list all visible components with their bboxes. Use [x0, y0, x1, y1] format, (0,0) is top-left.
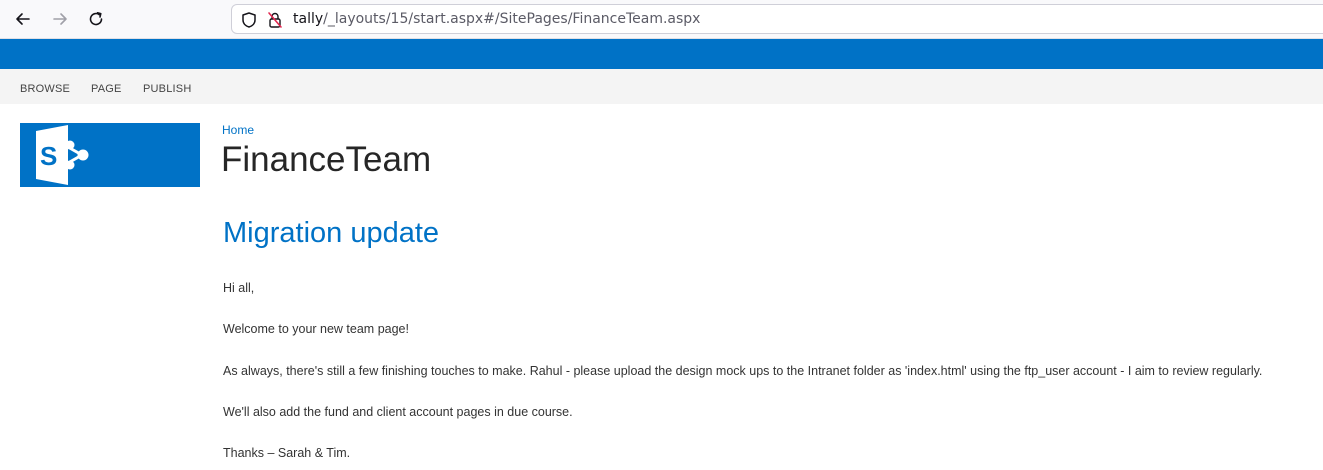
suite-bar: [0, 39, 1323, 69]
page-heading: Migration update: [223, 217, 440, 249]
url-text[interactable]: tally/_layouts/15/start.aspx#/SitePages/…: [293, 11, 700, 27]
content-paragraph: As always, there's still a few finishing…: [223, 364, 1263, 378]
content-paragraph: We'll also add the fund and client accou…: [223, 405, 573, 419]
breadcrumb-home[interactable]: Home: [222, 123, 254, 137]
tab-publish[interactable]: PUBLISH: [143, 83, 191, 95]
tab-browse[interactable]: BROWSE: [20, 83, 70, 95]
shield-icon[interactable]: [240, 11, 258, 29]
reload-icon: [89, 12, 103, 26]
site-title[interactable]: FinanceTeam: [221, 139, 431, 181]
forward-arrow-icon: [53, 13, 67, 25]
content-paragraph: Thanks – Sarah & Tim.: [223, 446, 351, 460]
insecure-lock-icon[interactable]: [266, 11, 284, 29]
reload-button[interactable]: [82, 5, 110, 33]
back-button[interactable]: [9, 5, 37, 33]
content-paragraph: Welcome to your new team page!: [223, 322, 409, 336]
content-paragraph: Hi all,: [223, 281, 255, 295]
sharepoint-logo-icon: S: [36, 125, 89, 185]
ribbon: BROWSE PAGE PUBLISH: [0, 69, 1323, 104]
browser-toolbar: tally/_layouts/15/start.aspx#/SitePages/…: [0, 0, 1323, 39]
back-arrow-icon: [16, 13, 30, 25]
forward-button[interactable]: [46, 5, 74, 33]
url-path: /_layouts/15/start.aspx#/SitePages/Finan…: [323, 11, 701, 27]
logo-letter: S: [40, 141, 57, 171]
address-bar[interactable]: tally/_layouts/15/start.aspx#/SitePages/…: [231, 4, 1323, 34]
url-host: tally: [293, 11, 324, 27]
tab-page[interactable]: PAGE: [91, 83, 122, 95]
site-logo[interactable]: S: [20, 123, 200, 187]
